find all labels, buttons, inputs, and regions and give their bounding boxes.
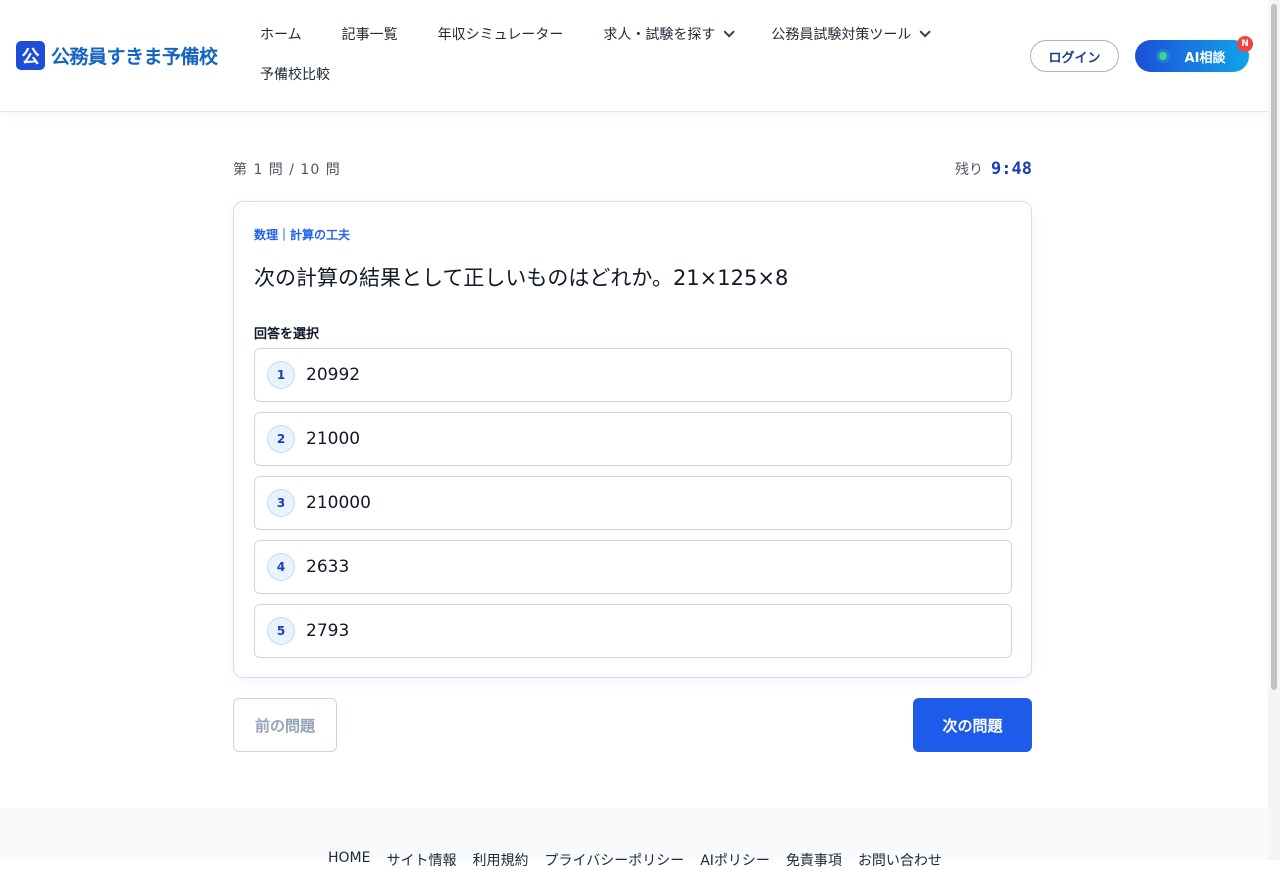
answer-select-label: 回答を選択: [254, 327, 320, 342]
footer-link-ai-policy[interactable]: AIポリシー: [700, 850, 770, 870]
footer-link-home[interactable]: HOME: [328, 850, 370, 870]
footer-link-contact[interactable]: お問い合わせ: [858, 850, 942, 870]
nav-item-articles[interactable]: 記事一覧: [322, 14, 418, 54]
new-badge: N: [1237, 36, 1253, 52]
previous-question-button[interactable]: 前の問題: [233, 698, 337, 752]
timer: 残り 9:48: [955, 159, 1032, 179]
answer-option-1[interactable]: 1 20992: [254, 348, 1012, 402]
answer-option-2[interactable]: 2 21000: [254, 412, 1012, 466]
answer-option-4[interactable]: 4 2633: [254, 540, 1012, 594]
nav-row-1: ホーム 記事一覧 年収シミュレーター 求人・試験を探す 公務員試験対策ツール: [240, 14, 1000, 54]
question-card: 数理｜計算の工夫 次の計算の結果として正しいものはどれか。21×125×8 回答…: [233, 201, 1032, 678]
option-number-badge: 1: [267, 361, 295, 389]
option-text: 20992: [306, 365, 361, 385]
main-nav: ホーム 記事一覧 年収シミュレーター 求人・試験を探す 公務員試験対策ツール 予…: [240, 14, 1000, 94]
option-text: 210000: [306, 493, 371, 513]
quiz-progress-bar: 第 1 問 / 10 問 残り 9:48: [233, 156, 1032, 182]
page-scrollbar[interactable]: [1268, 0, 1280, 860]
next-question-button[interactable]: 次の問題: [913, 698, 1032, 752]
nav-item-label: ホーム: [260, 27, 302, 43]
option-text: 2793: [306, 621, 350, 641]
ai-consult-button[interactable]: AI相談: [1135, 40, 1249, 72]
nav-item-home[interactable]: ホーム: [240, 14, 322, 54]
chevron-down-icon: [723, 26, 736, 38]
site-header: 公 公務員すきま予備校 ホーム 記事一覧 年収シミュレーター 求人・試験を探す …: [0, 0, 1280, 112]
nav-item-label: 記事一覧: [341, 27, 398, 43]
nav-item-label: 年収シミュレーター: [437, 27, 564, 43]
question-category: 数理｜計算の工夫: [254, 228, 351, 242]
option-text: 21000: [306, 429, 361, 449]
footer-link-site-info[interactable]: サイト情報: [386, 850, 456, 870]
footer-links: HOME サイト情報 利用規約 プライバシーポリシー AIポリシー 免責事項 お…: [328, 850, 958, 870]
chevron-down-icon: [919, 26, 932, 38]
option-number-badge: 3: [267, 489, 295, 517]
scrollbar-thumb[interactable]: [1271, 4, 1277, 690]
option-number-badge: 2: [267, 425, 295, 453]
option-text: 2633: [306, 557, 350, 577]
footer-link-disclaimer[interactable]: 免責事項: [786, 850, 842, 870]
nav-item-label: 予備校比較: [260, 67, 330, 83]
nav-item-salary-simulator[interactable]: 年収シミュレーター: [418, 14, 584, 54]
online-dot-icon: [1158, 52, 1167, 60]
site-footer: HOME サイト情報 利用規約 プライバシーポリシー AIポリシー 免責事項 お…: [0, 808, 1268, 869]
nav-item-find-jobs-exams[interactable]: 求人・試験を探す: [583, 14, 751, 54]
nav-item-school-comparison[interactable]: 予備校比較: [240, 54, 350, 94]
question-text: 次の計算の結果として正しいものはどれか。21×125×8: [254, 266, 789, 290]
site-logo[interactable]: 公 公務員すきま予備校: [16, 41, 218, 70]
site-name: 公務員すきま予備校: [51, 46, 218, 68]
logo-mark-icon: 公: [16, 41, 45, 70]
timer-label: 残り: [955, 162, 984, 178]
nav-item-label: 公務員試験対策ツール: [771, 27, 912, 43]
ai-consult-label: AI相談: [1184, 50, 1226, 66]
footer-link-terms[interactable]: 利用規約: [472, 850, 528, 870]
timer-value: 9:48: [991, 159, 1032, 179]
nav-row-2: 予備校比較: [240, 54, 1000, 94]
option-number-badge: 4: [267, 553, 295, 581]
login-button[interactable]: ログイン: [1030, 40, 1119, 72]
nav-item-exam-tools[interactable]: 公務員試験対策ツール: [751, 14, 947, 54]
question-counter: 第 1 問 / 10 問: [233, 162, 341, 178]
answer-option-5[interactable]: 5 2793: [254, 604, 1012, 658]
nav-item-label: 求人・試験を探す: [603, 27, 716, 43]
footer-link-privacy[interactable]: プライバシーポリシー: [544, 850, 684, 870]
answer-option-3[interactable]: 3 210000: [254, 476, 1012, 530]
option-number-badge: 5: [267, 617, 295, 645]
